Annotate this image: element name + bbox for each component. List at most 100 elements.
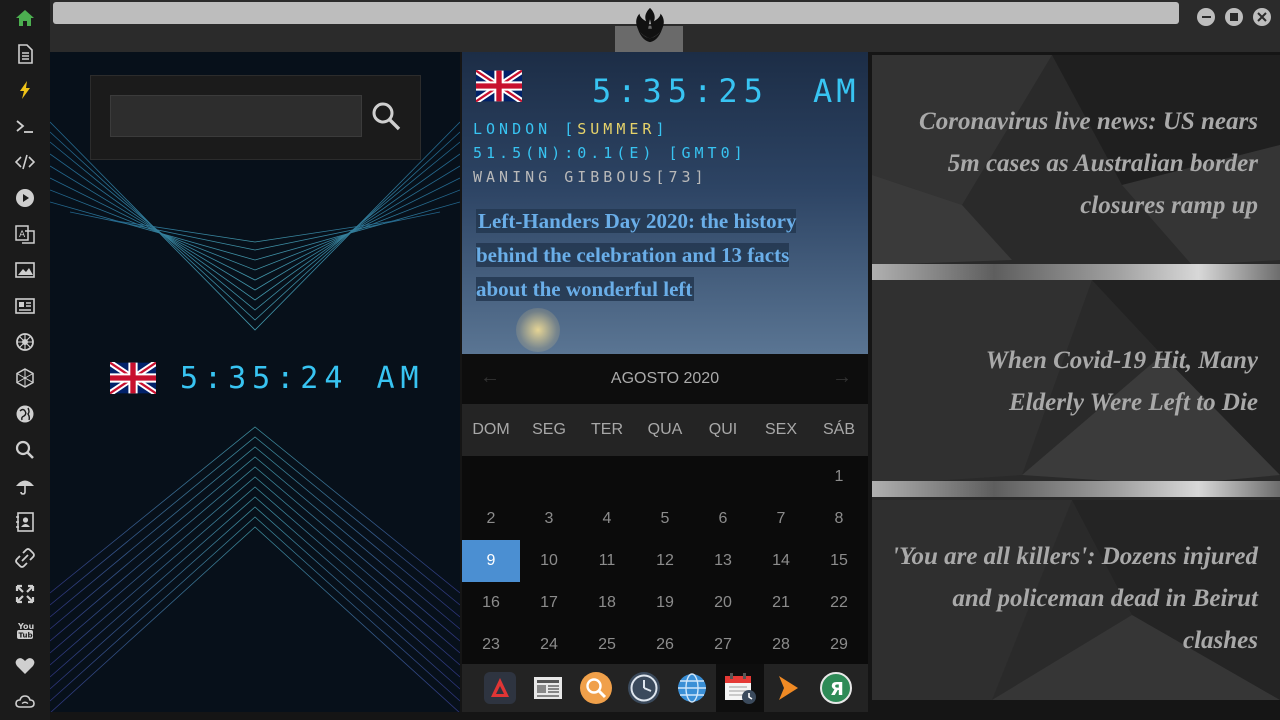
calendar-day[interactable] (694, 456, 752, 498)
jedi-order-icon (16, 333, 34, 351)
sidebar-item-globe[interactable] (0, 396, 50, 432)
calendar-day[interactable]: 24 (520, 624, 578, 664)
sidebar-item-play[interactable] (0, 180, 50, 216)
local-clock: 5:35:24 AM (110, 352, 425, 404)
dock-item-newspaper[interactable] (524, 664, 572, 712)
youtube-icon: YouTube (17, 622, 36, 640)
calendar-day[interactable] (752, 456, 810, 498)
search-icon[interactable] (370, 100, 402, 132)
svg-text:Tube: Tube (19, 632, 36, 640)
local-time: 5:35:24 (180, 360, 349, 396)
news-divider (872, 264, 1280, 280)
calendar-day[interactable]: 25 (578, 624, 636, 664)
sidebar-item-news[interactable] (0, 288, 50, 324)
sidebar-item-youtube[interactable]: You Tube (0, 612, 50, 648)
svg-text:Я: Я (830, 679, 844, 700)
app-window: A You Tube 5:35:24 AM 5:35:25 AM LONDON … (0, 0, 1280, 720)
calendar-day[interactable]: 28 (752, 624, 810, 664)
moon-phase-line: WANING GIBBOUS[73] (473, 168, 708, 186)
sidebar-item-favorites[interactable] (0, 648, 50, 684)
calendar-day[interactable]: 2 (462, 498, 520, 540)
calendar-day[interactable]: 21 (752, 582, 810, 624)
sidebar-item-expand[interactable] (0, 576, 50, 612)
sidebar-item-empire[interactable] (0, 360, 50, 396)
umbrella-icon (16, 480, 34, 495)
cloud-icon (15, 695, 35, 708)
calendar-day[interactable]: 26 (636, 624, 694, 664)
calendar-day[interactable]: 20 (694, 582, 752, 624)
sidebar-item-code[interactable] (0, 144, 50, 180)
calendar-day[interactable]: 19 (636, 582, 694, 624)
local-ampm: AM (376, 360, 425, 396)
calendar-day[interactable]: 23 (462, 624, 520, 664)
sidebar-item-contacts[interactable] (0, 504, 50, 540)
dock-item-globe[interactable] (668, 664, 716, 712)
calendar-day[interactable]: 10 (520, 540, 578, 582)
weekday-label: SEX (764, 421, 797, 438)
calendar-day[interactable]: 7 (752, 498, 810, 540)
calendar-day[interactable]: 3 (520, 498, 578, 540)
calendar-month-label: AGOSTO 2020 (610, 370, 720, 387)
coordinates-line: 51.5(N):0.1(E) [GMT0] (473, 144, 747, 162)
news-item[interactable]: 'You are all killers': Dozens injured an… (872, 536, 1280, 662)
prev-month-button[interactable]: ← (480, 366, 500, 389)
calendar-day[interactable]: 14 (752, 540, 810, 582)
dock-item-clock[interactable] (620, 664, 668, 712)
dock-item-rebel[interactable] (476, 664, 524, 712)
dock-item-calendar[interactable] (716, 664, 764, 712)
news-item[interactable]: When Covid-19 Hit, Many Elderly Were Lef… (872, 340, 1280, 424)
calendar-day[interactable] (462, 456, 520, 498)
calendar-day[interactable]: 29 (810, 624, 868, 664)
maximize-button[interactable] (1225, 8, 1243, 26)
calendar-day[interactable] (578, 456, 636, 498)
calendar-day[interactable]: 4 (578, 498, 636, 540)
calendar-day[interactable]: 27 (694, 624, 752, 664)
next-month-button[interactable]: → (832, 366, 852, 389)
sidebar-item-document[interactable] (0, 36, 50, 72)
sidebar-item-lightning[interactable] (0, 72, 50, 108)
dock-item-play[interactable] (764, 664, 812, 712)
calendar-day[interactable]: 12 (636, 540, 694, 582)
news-icon (15, 298, 35, 314)
feature-headline[interactable]: Left-Handers Day 2020: the history behin… (476, 204, 806, 306)
weekday-label: TER (591, 421, 623, 438)
left-panel: 5:35:24 AM (50, 52, 460, 712)
calendar-day[interactable]: 1 (810, 456, 868, 498)
calendar-day[interactable]: 15 (810, 540, 868, 582)
calendar-day-selected[interactable]: 9 (462, 540, 520, 582)
sidebar-item-search[interactable] (0, 432, 50, 468)
dock-item-yandex[interactable]: Я (812, 664, 860, 712)
address-bar[interactable] (53, 2, 1179, 24)
calendar-day[interactable]: 17 (520, 582, 578, 624)
dock-item-search[interactable] (572, 664, 620, 712)
calendar-day[interactable]: 8 (810, 498, 868, 540)
rebel-app-icon (484, 672, 516, 704)
sidebar-item-translate[interactable]: A (0, 216, 50, 252)
world-time: 5:35:25 (592, 72, 769, 110)
calendar-day[interactable]: 5 (636, 498, 694, 540)
minimize-button[interactable] (1197, 8, 1215, 26)
sidebar-item-jedi-order[interactable] (0, 324, 50, 360)
close-icon (1257, 12, 1267, 22)
sidebar-item-terminal[interactable] (0, 108, 50, 144)
search-input[interactable] (110, 95, 362, 137)
calendar-day[interactable] (520, 456, 578, 498)
calendar-day[interactable] (636, 456, 694, 498)
close-button[interactable] (1253, 8, 1271, 26)
calendar-day[interactable]: 6 (694, 498, 752, 540)
sidebar-item-cloud[interactable] (0, 684, 50, 720)
link-icon (15, 548, 35, 568)
uk-flag-icon (110, 362, 156, 394)
calendar-day[interactable]: 22 (810, 582, 868, 624)
news-item[interactable]: Coronavirus live news: US nears 5m cases… (872, 101, 1280, 227)
calendar-day[interactable]: 18 (578, 582, 636, 624)
sidebar-item-link[interactable] (0, 540, 50, 576)
sidebar-item-image[interactable] (0, 252, 50, 288)
sidebar-item-weather[interactable] (0, 468, 50, 504)
sidebar-item-home[interactable] (0, 0, 50, 36)
calendar-day[interactable]: 16 (462, 582, 520, 624)
calendar-grid: 1 2 3 4 5 6 7 8 9 10 11 12 13 14 15 16 1… (462, 456, 868, 664)
calendar-day[interactable]: 11 (578, 540, 636, 582)
calendar-week: 16 17 18 19 20 21 22 (462, 582, 868, 624)
calendar-day[interactable]: 13 (694, 540, 752, 582)
